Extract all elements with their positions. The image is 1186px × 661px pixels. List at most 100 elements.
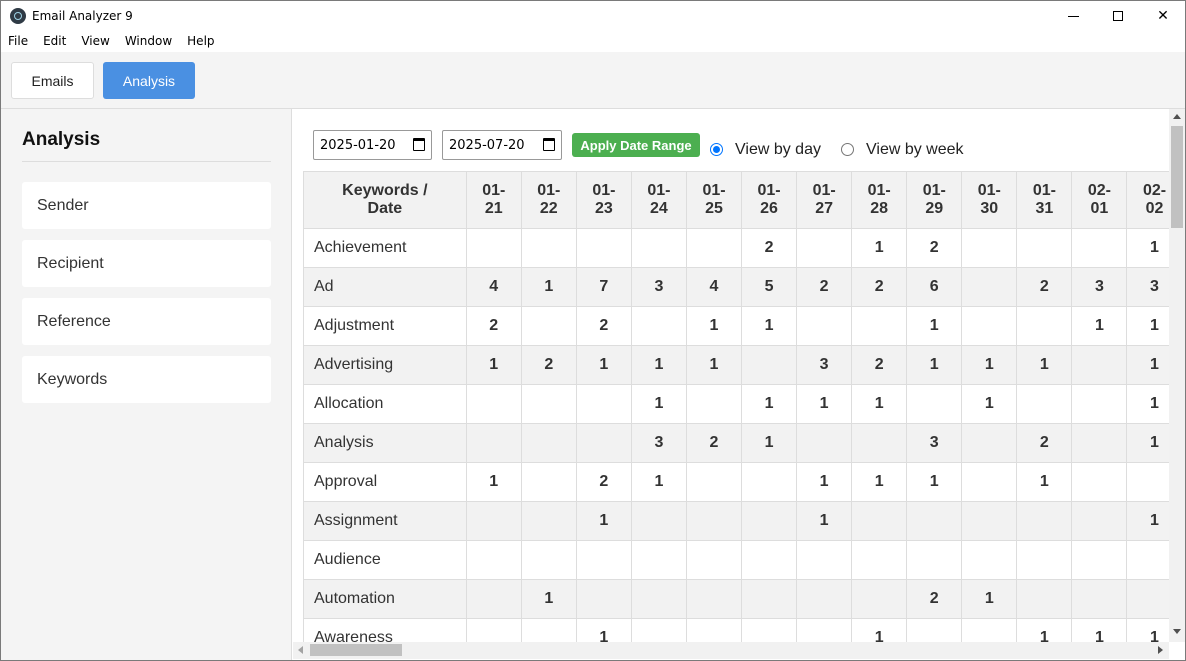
table-row: Adjustment 2 2 1 1 1 1 1 — [303, 306, 1169, 346]
keyword-cell: Allocation — [303, 384, 467, 424]
app-window: Email Analyzer 9 ✕ File Edit View Window… — [0, 0, 1186, 661]
date-column-header: 01- 27 — [796, 171, 853, 229]
view-by-day-radio[interactable] — [710, 143, 723, 156]
view-by-day-label[interactable]: View by day — [735, 141, 821, 159]
count-cell — [906, 384, 963, 424]
date-month: 01- 31 — [1032, 182, 1056, 217]
calendar-icon[interactable] — [543, 138, 555, 151]
count-cell: 1 — [1071, 618, 1128, 643]
count-cell — [1126, 462, 1169, 502]
count-cell — [961, 501, 1018, 541]
date-to-input[interactable]: 2025-07-20 — [442, 130, 562, 160]
count-cell — [520, 618, 577, 643]
view-by-week-radio[interactable] — [841, 143, 854, 156]
count-cell: 1 — [1016, 345, 1073, 385]
count-cell — [961, 228, 1018, 268]
count-cell: 1 — [796, 384, 853, 424]
count-cell — [741, 462, 798, 502]
scroll-left-icon[interactable] — [298, 646, 303, 654]
count-cell: 2 — [1016, 423, 1073, 463]
count-cell — [796, 228, 853, 268]
menu-view[interactable]: View — [74, 31, 117, 52]
keyword-table-container: Keywords / Date 01- 21 01- 22 01- 23 01- 24 01- 2… — [303, 171, 1169, 643]
count-cell — [961, 462, 1018, 502]
sidebar-item-recipient[interactable]: Recipient — [22, 240, 271, 287]
count-cell — [1016, 384, 1073, 424]
count-cell: 1 — [465, 462, 522, 502]
count-cell: 1 — [1126, 501, 1169, 541]
menu-bar: File Edit View Window Help — [1, 31, 1185, 52]
count-cell — [465, 384, 522, 424]
date-column-header: 01- 29 — [906, 171, 963, 229]
calendar-icon[interactable] — [413, 138, 425, 151]
count-cell — [520, 423, 577, 463]
count-cell — [1016, 306, 1073, 346]
keyword-cell: Analysis — [303, 423, 467, 463]
table-body: Achievement21212Ad417345226233231Adjustm… — [303, 228, 1169, 643]
vertical-scrollbar[interactable] — [1169, 109, 1185, 642]
header-line-2: Date — [367, 200, 403, 217]
count-cell: 2 — [685, 423, 743, 463]
table-row: Automation1213 — [303, 579, 1169, 619]
count-cell — [741, 345, 798, 385]
keyword-cell: Approval — [303, 462, 467, 502]
count-cell — [1126, 579, 1169, 619]
date-from-input[interactable]: 2025-01-20 — [313, 130, 432, 160]
scroll-up-icon[interactable] — [1173, 114, 1181, 119]
horizontal-scrollbar[interactable] — [293, 642, 1169, 659]
vertical-scroll-thumb[interactable] — [1171, 126, 1183, 228]
minimize-icon — [1067, 15, 1079, 17]
count-cell: 1 — [851, 384, 908, 424]
count-cell: 3 — [796, 345, 853, 385]
sidebar-item-sender[interactable]: Sender — [22, 182, 271, 229]
window-title: Email Analyzer 9 — [32, 9, 133, 23]
tab-analysis[interactable]: Analysis — [103, 62, 195, 99]
count-cell: 2 — [796, 267, 853, 307]
menu-edit[interactable]: Edit — [36, 31, 74, 52]
date-month: 01- 22 — [537, 182, 561, 217]
close-button[interactable]: ✕ — [1140, 1, 1185, 31]
count-cell — [1016, 579, 1073, 619]
count-cell: 4 — [685, 267, 743, 307]
tab-emails[interactable]: Emails — [11, 62, 94, 99]
sidebar-item-reference[interactable]: Reference — [22, 298, 271, 345]
minimize-button[interactable] — [1050, 1, 1096, 31]
count-cell: 1 — [961, 345, 1018, 385]
count-cell — [906, 618, 963, 643]
count-cell — [465, 618, 522, 643]
count-cell — [575, 540, 632, 580]
app-logo-icon — [10, 8, 26, 24]
menu-help[interactable]: Help — [180, 31, 222, 52]
count-cell: 7 — [575, 267, 632, 307]
menu-window[interactable]: Window — [118, 31, 180, 52]
count-cell — [685, 501, 743, 541]
horizontal-scroll-thumb[interactable] — [310, 644, 402, 656]
date-month: 01- 30 — [977, 182, 1001, 217]
header-line-1: Keywords / — [342, 182, 428, 199]
keyword-cell: Audience — [303, 540, 467, 580]
table-header-row: Keywords / Date 01- 21 01- 22 01- 23 01- 24 01- 2… — [303, 171, 1169, 229]
count-cell: 3 — [906, 423, 963, 463]
sidebar-item-keywords[interactable]: Keywords — [22, 356, 271, 403]
table-row: Advertising12111321111411 — [303, 345, 1169, 385]
count-cell: 1 — [1016, 462, 1073, 502]
count-cell: 2 — [741, 228, 798, 268]
count-cell — [630, 306, 687, 346]
count-cell: 1 — [796, 462, 853, 502]
count-cell — [520, 384, 577, 424]
count-cell — [685, 384, 743, 424]
count-cell — [851, 540, 908, 580]
date-column-header: 01- 25 — [685, 171, 743, 229]
menu-file[interactable]: File — [1, 31, 36, 52]
maximize-button[interactable] — [1095, 1, 1141, 31]
apply-date-range-button[interactable]: Apply Date Range — [572, 133, 700, 157]
count-cell: 1 — [741, 306, 798, 346]
scroll-right-icon[interactable] — [1158, 646, 1163, 654]
scroll-down-icon[interactable] — [1173, 629, 1181, 634]
table-row: Approval121111111 — [303, 462, 1169, 502]
count-cell: 3 — [630, 267, 687, 307]
count-cell — [465, 423, 522, 463]
count-cell — [961, 306, 1018, 346]
view-by-week-label[interactable]: View by week — [866, 141, 964, 159]
count-cell: 2 — [575, 462, 632, 502]
